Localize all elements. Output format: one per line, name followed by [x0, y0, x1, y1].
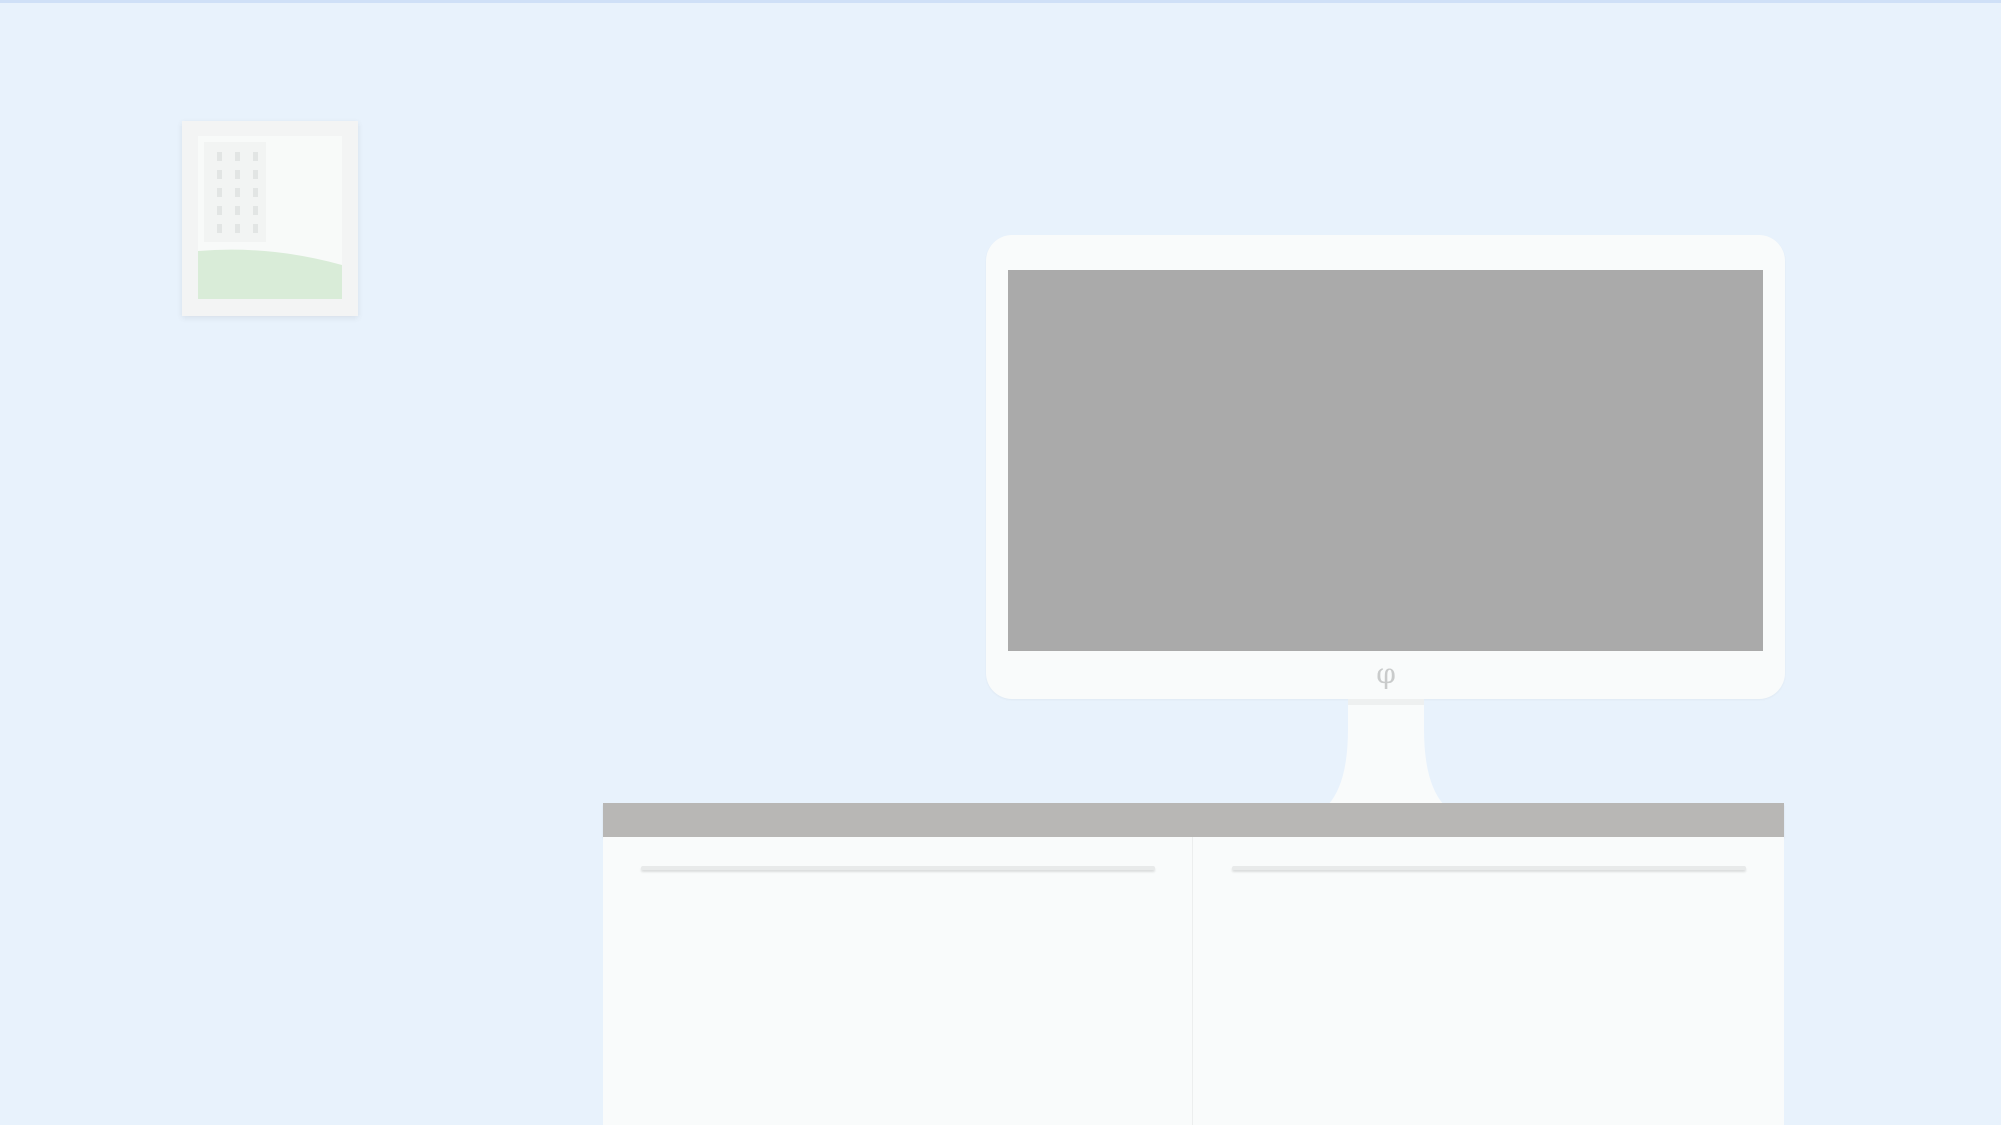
wall-picture-frame	[182, 121, 358, 316]
building-window	[217, 224, 222, 233]
building-window	[235, 206, 240, 215]
door-handle-right[interactable]	[1232, 866, 1746, 870]
top-edge-line	[0, 0, 2001, 3]
building-window	[217, 206, 222, 215]
building-window	[217, 152, 222, 161]
building-window	[235, 170, 240, 179]
building-window	[235, 152, 240, 161]
hill-illustration	[198, 249, 342, 299]
building-window	[235, 224, 240, 233]
building-window	[217, 170, 222, 179]
door-handle-left[interactable]	[641, 866, 1155, 870]
building-window	[235, 188, 240, 197]
cabinet	[603, 837, 1784, 1125]
building-window	[253, 170, 258, 179]
cabinet-door-right[interactable]	[1194, 837, 1784, 1125]
monitor-stand	[1328, 699, 1444, 805]
cabinet-door-left[interactable]	[603, 837, 1193, 1125]
monitor-logo-icon: φ	[1376, 657, 1396, 690]
building-window	[253, 188, 258, 197]
building-window	[253, 152, 258, 161]
building-window	[253, 224, 258, 233]
building-window	[217, 188, 222, 197]
building-illustration	[204, 142, 266, 242]
building-window	[253, 206, 258, 215]
cabinet-top	[603, 803, 1784, 837]
monitor: φ	[986, 235, 1785, 699]
picture-artwork	[198, 136, 342, 299]
monitor-screen[interactable]	[1008, 270, 1763, 651]
